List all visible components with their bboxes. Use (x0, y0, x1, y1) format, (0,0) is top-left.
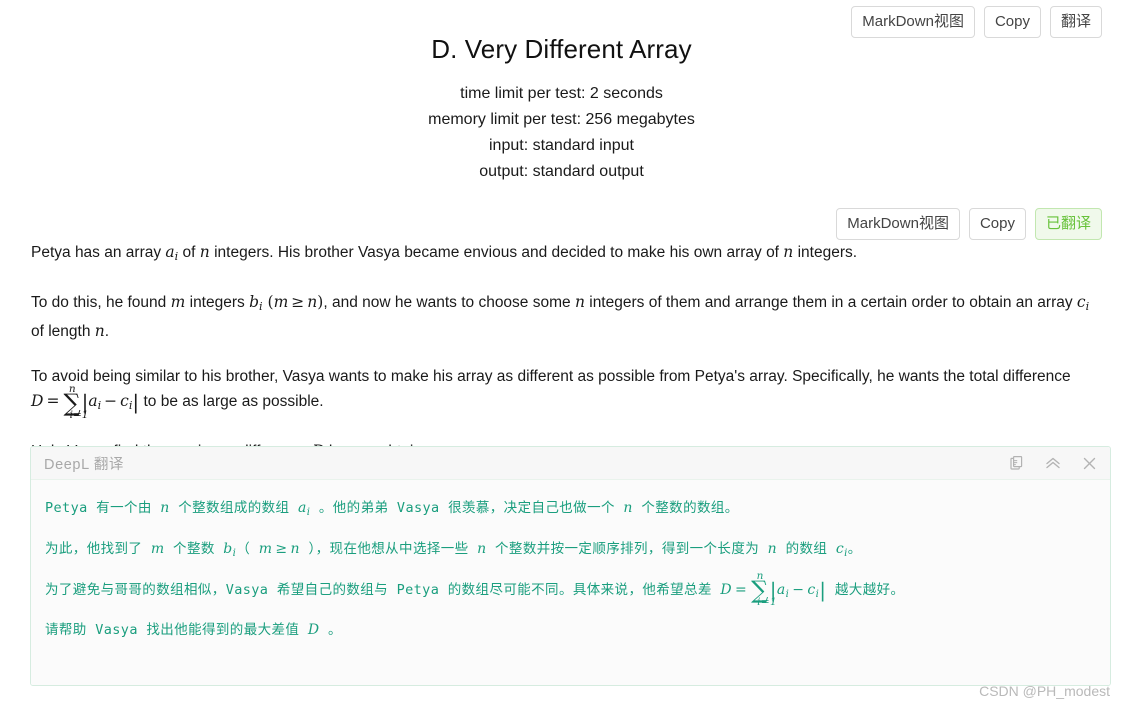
deepl-panel-body: Petya 有一个由 n 个整数组成的数组 ai 。他的弟弟 Vasya 很羡慕… (31, 480, 1110, 685)
text-run: 的数组 (777, 540, 836, 557)
statement-paragraph-3: To avoid being similar to his brother, V… (31, 365, 1103, 422)
text-run: , and now he wants to choose some (323, 294, 575, 312)
math-m: m (150, 540, 165, 557)
deepl-translation-panel: DeepL 翻译 Petya 有一个由 n 个整数组成的数组 ai 。他的弟弟 … (30, 446, 1111, 686)
summation-symbol: n ∑ i=1 (63, 382, 89, 422)
math-formula-total-difference: D = n ∑ i=1 |ai − ci| (31, 382, 140, 422)
math-n: n (574, 293, 585, 312)
time-limit: time limit per test: 2 seconds (460, 85, 663, 102)
text-run: to be as large as possible. (139, 393, 324, 411)
text-run: of length (31, 323, 95, 341)
math-n: n (94, 322, 105, 341)
text-run: . (104, 323, 110, 341)
text-run: 越大越好。 (826, 581, 905, 598)
text-run: Petya 有一个由 (45, 500, 161, 516)
memory-limit: memory limit per test: 256 megabytes (428, 111, 695, 128)
text-run: 个整数 (164, 540, 224, 557)
math-c-i: ci (1076, 293, 1090, 314)
deepl-panel-title: DeepL 翻译 (44, 456, 125, 473)
translated-paragraph-1: Petya 有一个由 n 个整数组成的数组 ai 。他的弟弟 Vasya 很羡慕… (45, 492, 1096, 529)
text-run: of (178, 244, 200, 261)
math-a-i: ai (165, 243, 179, 264)
math-a-i: ai (297, 500, 311, 518)
summation-symbol: n ∑ i=1 (751, 569, 778, 609)
statement-toolbar: MarkDown视图 Copy 已翻译 (836, 208, 1102, 240)
output-spec: output: standard output (479, 163, 644, 180)
math-n: n (767, 540, 778, 557)
translated-paragraph-4: 请帮助 Vasya 找出他能得到的最大差值 D 。 (45, 614, 1096, 646)
close-icon[interactable] (1080, 454, 1098, 472)
math-n: n (623, 500, 633, 516)
statement-paragraph-1: Petya has an array ai of n integers. His… (31, 240, 1103, 269)
deepl-panel-actions (1008, 454, 1098, 472)
copy-button[interactable]: Copy (968, 208, 1026, 240)
math-b-i: bi (249, 293, 263, 314)
chevron-up-icon[interactable] (1044, 454, 1062, 472)
text-run: 为此，他找到了 (45, 540, 151, 557)
text-run: 个整数组成的数组 (169, 500, 298, 516)
text-run: 请帮助 Vasya 找出他能得到的最大差值 (45, 622, 308, 639)
page-title: D. Very Different Array (431, 34, 692, 64)
math-n: n (783, 243, 794, 261)
translated-button[interactable]: 已翻译 (1034, 208, 1102, 240)
text-run: integers. (793, 244, 858, 261)
copy-icon[interactable] (1008, 454, 1026, 472)
problem-header: D. Very Different Array time limit per t… (0, 34, 1123, 185)
text-run: 个整数并按一定顺序排列，得到一个长度为 (486, 540, 768, 557)
math-m-ge-n: m ≥ n (258, 540, 300, 557)
translated-paragraph-2: 为此，他找到了 m 个整数 bi（ m ≥ n ），现在他想从中选择一些 n 个整数… (45, 533, 1096, 570)
math-c-i: ci (835, 540, 848, 559)
math-m: m (170, 293, 186, 312)
text-run: To do this, he found (31, 294, 171, 312)
text-run: integers (185, 294, 250, 312)
text-run: （ (236, 540, 259, 557)
math-n: n (477, 540, 487, 557)
text-run: 。 (847, 540, 862, 557)
math-n: n (199, 243, 210, 261)
text-run: 为了避免与哥哥的数组相似，Vasya 希望自己的数组与 Petya 的数组尽可能… (45, 581, 721, 598)
math-m-ge-n: (m ≥ n) (267, 293, 324, 312)
text-run: To avoid being similar to his brother, V… (31, 368, 1071, 386)
text-run: ），现在他想从中选择一些 (299, 540, 478, 557)
math-b-i: bi (223, 540, 237, 559)
text-run: integers of them and arrange them in a c… (584, 294, 1077, 312)
text-run: Petya has an array (31, 244, 166, 261)
markdown-view-button[interactable]: MarkDown视图 (836, 208, 960, 240)
deepl-panel-header: DeepL 翻译 (31, 447, 1110, 480)
math-n: n (160, 500, 170, 516)
statement-paragraph-2: To do this, he found m integers bi (m ≥ n)… (31, 290, 1103, 344)
text-run: integers. His brother Vasya became envio… (209, 244, 784, 261)
input-spec: input: standard input (489, 137, 634, 154)
text-run: 。他的弟弟 Vasya 很羡慕，决定自己也做一个 (310, 500, 624, 516)
math-D: D (307, 622, 320, 639)
math-formula-total-difference: D = n ∑ i=1 |ai − ci| (720, 569, 827, 609)
text-run: 。 (319, 622, 342, 639)
translated-paragraph-3: 为了避免与哥哥的数组相似，Vasya 希望自己的数组与 Petya 的数组尽可能… (45, 569, 1096, 611)
text-run: 个整数的数组。 (632, 500, 739, 516)
